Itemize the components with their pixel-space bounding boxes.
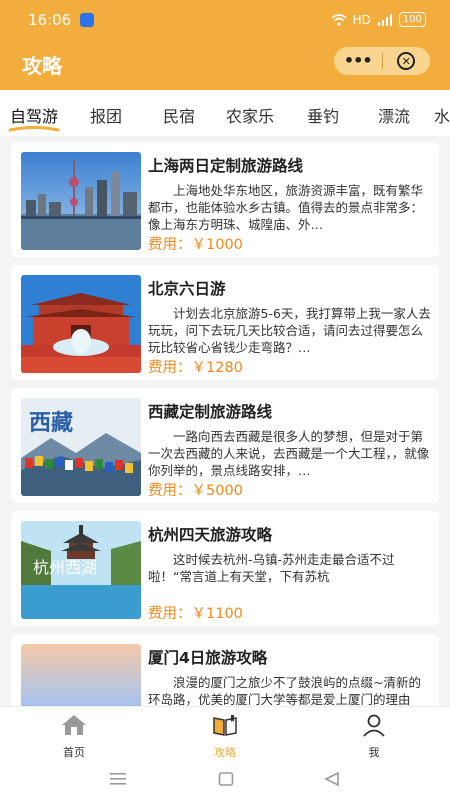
card-description: 上海地处华东地区，旅游资源丰富，既有繁华都市，也能体验水乡古镇。值得去的景点非常…	[148, 183, 424, 232]
card-title: 北京六日游	[148, 280, 226, 298]
tab-group-tour[interactable]: 报团	[90, 103, 122, 127]
book-icon	[213, 715, 237, 736]
nav-home-label: 首页	[63, 746, 85, 759]
top-bar: 16:06 HD 100 攻略 ••• ✕	[0, 0, 450, 90]
menu-icon[interactable]	[110, 772, 126, 786]
card-price: 费用：￥1000	[148, 237, 243, 253]
card-thumbnail-shanghai	[21, 152, 141, 250]
nav-me[interactable]: 我	[344, 713, 404, 760]
status-time: 16:06	[28, 11, 72, 29]
network-label: HD	[352, 12, 371, 27]
guide-list: 上海两日定制旅游路线 上海地处华东地区，旅游资源丰富，既有繁华都市，也能体验水乡…	[0, 136, 450, 706]
card-thumbnail-beijing	[21, 275, 141, 373]
tab-rafting[interactable]: 漂流	[378, 103, 410, 127]
status-bar: 16:06 HD 100	[0, 0, 450, 40]
tab-water[interactable]: 水	[434, 103, 450, 127]
close-button[interactable]: ✕	[383, 52, 431, 70]
card-title: 杭州四天旅游攻略	[148, 526, 273, 544]
back-triangle-icon[interactable]	[324, 772, 340, 786]
person-icon	[363, 714, 385, 737]
nav-home[interactable]: 首页	[44, 713, 104, 760]
mini-program-capsule: ••• ✕	[334, 47, 430, 75]
guide-card[interactable]: 厦门4日旅游攻略 浪漫的厦门之旅少不了鼓浪屿的点缀~清新的环岛路，优美的厦门大学…	[11, 634, 439, 706]
hangzhou-caption: 杭州西湖	[33, 558, 97, 577]
active-tab-indicator	[8, 126, 60, 132]
bottom-nav: 首页 攻略 我	[0, 706, 450, 762]
card-price: 费用：￥5000	[148, 483, 243, 499]
nav-guide[interactable]: 攻略	[195, 713, 255, 760]
card-description: 浪漫的厦门之旅少不了鼓浪屿的点缀~清新的环岛路，优美的厦门大学等都是爱上厦门的理…	[148, 675, 421, 706]
tab-homestay[interactable]: 民宿	[163, 103, 195, 127]
status-icons: HD 100	[331, 12, 426, 27]
guide-card[interactable]: 北京六日游 计划去北京旅游5-6天，我打算带上我一家人去玩玩，问下去玩几天比较合…	[11, 265, 439, 380]
more-button[interactable]: •••	[334, 47, 382, 75]
guide-card[interactable]: 上海两日定制旅游路线 上海地处华东地区，旅游资源丰富，既有繁华都市，也能体验水乡…	[11, 142, 439, 257]
home-square-icon[interactable]	[218, 772, 234, 786]
nav-guide-label: 攻略	[214, 746, 236, 759]
app-notification-icon	[80, 13, 94, 27]
guide-card[interactable]: 杭州西湖 杭州四天旅游攻略 这时候去杭州-乌镇-苏州走走最合适不过啦！“常言道上…	[11, 511, 439, 626]
card-description: 这时候去杭州-乌镇-苏州走走最合适不过啦！“常言道上有天堂，下有苏杭	[148, 552, 395, 584]
signal-icon	[377, 13, 392, 26]
card-thumbnail-hangzhou: 杭州西湖	[21, 521, 141, 619]
card-thumbnail-xiamen	[21, 644, 141, 706]
battery-icon: 100	[398, 12, 426, 27]
card-title: 上海两日定制旅游路线	[148, 157, 304, 175]
category-tabs: 自驾游 报团 民宿 农家乐 垂钓 漂流 水	[0, 90, 450, 136]
close-icon: ✕	[397, 52, 416, 70]
tab-self-drive[interactable]: 自驾游	[10, 103, 58, 127]
card-description: 一路向西去西藏是很多人的梦想，但是对于第一次去西藏的人来说，去西藏是一个大工程，…	[148, 429, 430, 478]
card-price: 费用：￥1280	[148, 360, 243, 376]
card-description: 计划去北京旅游5-6天，我打算带上我一家人去玩玩，问下去玩几天比较合适，请问去过…	[148, 306, 431, 355]
wifi-icon	[331, 13, 347, 26]
page-title: 攻略	[22, 54, 62, 78]
home-icon	[62, 715, 86, 735]
card-title: 西藏定制旅游路线	[148, 403, 273, 421]
tab-fishing[interactable]: 垂钓	[307, 103, 339, 127]
system-nav-bar	[0, 762, 450, 800]
tibet-caption: 西藏	[29, 410, 73, 436]
nav-me-label: 我	[368, 746, 380, 759]
card-thumbnail-tibet: 西藏	[21, 398, 141, 496]
guide-card[interactable]: 西藏 西藏定制旅游路线 一路向西去西藏是很多人的梦想，但是对于第一次去西藏的人来…	[11, 388, 439, 503]
tab-farm-stay[interactable]: 农家乐	[226, 103, 274, 127]
card-title: 厦门4日旅游攻略	[148, 649, 268, 667]
card-price: 费用：￥1100	[148, 606, 243, 622]
